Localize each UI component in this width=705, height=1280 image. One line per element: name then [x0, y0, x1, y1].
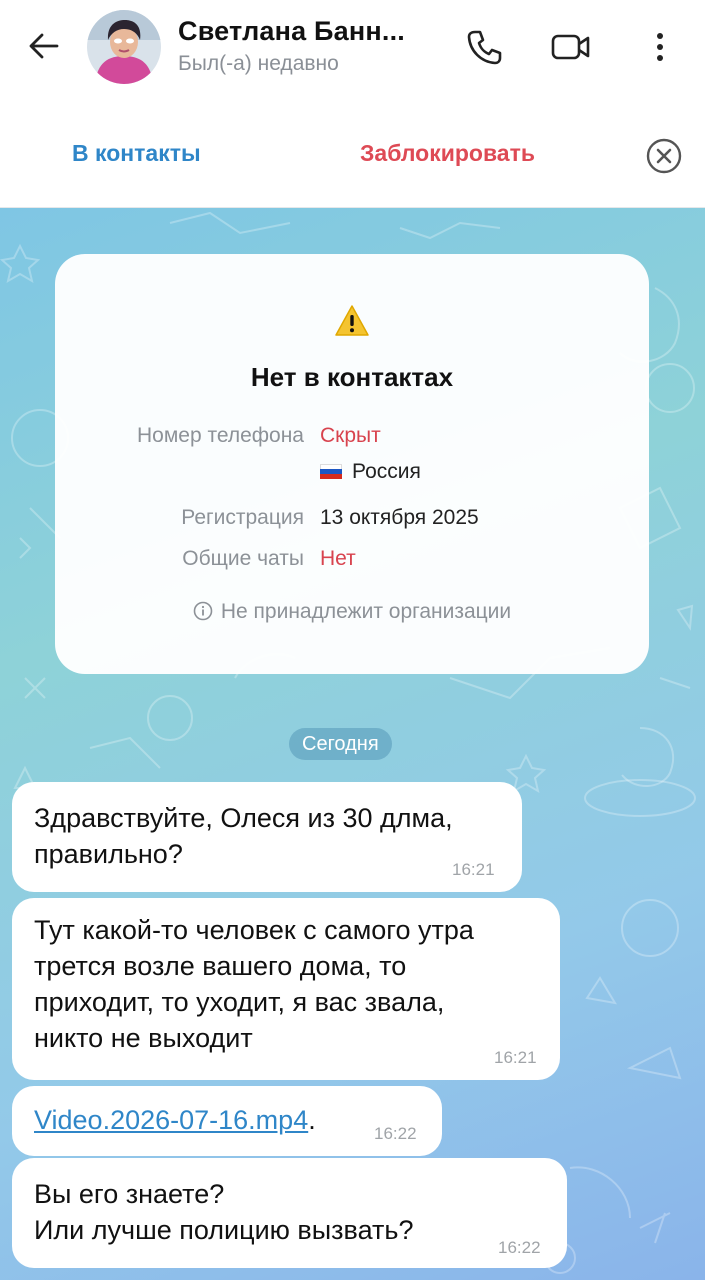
- info-icon: [193, 601, 213, 621]
- country-value: Россия: [352, 460, 421, 483]
- message-text: Video.2026-07-16.mp4.: [34, 1102, 316, 1138]
- message-time: 16:22: [498, 1238, 541, 1257]
- close-circle-icon: [646, 138, 682, 174]
- message-text: Здравствуйте, Олеся из 30 длма, правильн…: [34, 803, 453, 869]
- date-separator: Сегодня: [289, 728, 392, 760]
- organization-note: Не принадлежит организации: [55, 600, 649, 624]
- avatar[interactable]: [87, 10, 161, 84]
- back-button[interactable]: [22, 26, 66, 66]
- message-bubble[interactable]: Вы его знаете? Или лучше полицию вызвать…: [12, 1158, 567, 1268]
- organization-note-text: Не принадлежит организации: [220, 600, 512, 623]
- last-seen-status: Был(-а) недавно: [178, 52, 339, 75]
- message-text: Вы его знаете? Или лучше полицию вызвать…: [34, 1179, 414, 1245]
- warning-icon: [335, 305, 369, 336]
- phone-value: Скрыт: [320, 424, 381, 447]
- info-card-title: Нет в контактах: [250, 362, 454, 392]
- more-options-button[interactable]: [642, 24, 678, 70]
- more-vertical-icon: [657, 33, 663, 61]
- registration-value: 13 октября 2025: [320, 506, 479, 529]
- common-chats-value: Нет: [320, 547, 356, 570]
- russia-flag-icon: [320, 464, 342, 479]
- block-user-button[interactable]: Заблокировать: [360, 140, 535, 167]
- contact-action-bar: В контакты Заблокировать: [0, 92, 705, 208]
- add-to-contacts-button[interactable]: В контакты: [72, 140, 201, 167]
- arrow-left-icon: [29, 33, 59, 59]
- message-bubble[interactable]: Тут какой-то человек с самого утра третс…: [12, 898, 560, 1080]
- video-camera-icon: [551, 34, 590, 60]
- message-text-suffix: .: [308, 1105, 316, 1135]
- chat-area[interactable]: Нет в контактах Номер телефона Скрыт Рос…: [0, 208, 705, 1280]
- message-time: 16:22: [374, 1124, 417, 1143]
- video-file-link[interactable]: Video.2026-07-16.mp4: [34, 1105, 308, 1135]
- message-bubble[interactable]: Здравствуйте, Олеся из 30 длма, правильн…: [12, 782, 522, 892]
- not-in-contacts-card: Нет в контактах Номер телефона Скрыт Рос…: [55, 254, 649, 674]
- chat-header: Светлана Банн... Был(-а) недавно: [0, 0, 705, 92]
- phone-label: Номер телефона: [136, 424, 304, 447]
- message-bubble[interactable]: Video.2026-07-16.mp4. 16:22: [12, 1086, 442, 1156]
- message-text: Тут какой-то человек с самого утра третс…: [34, 915, 474, 1053]
- common-chats-label: Общие чаты: [182, 547, 304, 570]
- video-call-button[interactable]: [548, 24, 594, 70]
- phone-icon: [467, 30, 502, 65]
- registration-label: Регистрация: [181, 506, 304, 529]
- message-time: 16:21: [452, 860, 495, 879]
- country-row: Россия: [320, 460, 421, 484]
- close-action-bar-button[interactable]: [644, 136, 684, 176]
- message-time: 16:21: [494, 1048, 537, 1067]
- call-button[interactable]: [462, 24, 508, 70]
- contact-name[interactable]: Светлана Банн...: [178, 16, 405, 47]
